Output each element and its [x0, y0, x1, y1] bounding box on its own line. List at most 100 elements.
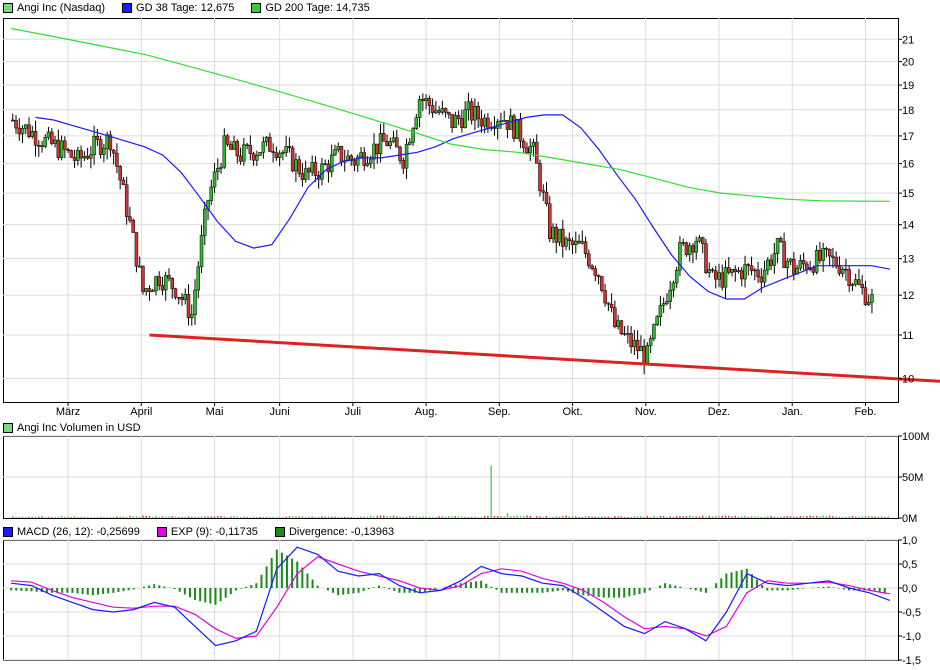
candle-body [427, 98, 432, 106]
candle-body [242, 144, 246, 162]
panel-frame-macd [3, 540, 899, 661]
price-legend: Angi Inc (Nasdaq) GD 38 Tage: 12,675 GD … [0, 0, 384, 16]
candle-body [128, 216, 132, 221]
candle-body [561, 228, 565, 247]
candle-body [303, 168, 308, 180]
candle-body [46, 131, 51, 138]
legend-label-gd200: GD 200 Tage: 14,735 [265, 2, 370, 14]
candle-body [554, 226, 559, 243]
candle-body [577, 240, 581, 244]
candle-body [831, 255, 835, 258]
candle-body [870, 294, 874, 303]
candle-body [632, 339, 637, 347]
macd-legend: MACD (26, 12): -0,25699 EXP (9): -0,1173… [0, 524, 408, 540]
macd-tick-label: -0,5 [902, 607, 921, 619]
candle-body [782, 241, 786, 268]
candle-body [17, 127, 22, 135]
macd-swatch [3, 527, 13, 537]
price-tick-label: 14 [902, 220, 914, 232]
candle-body [521, 140, 526, 149]
candle-body [681, 242, 685, 244]
candle-body [668, 289, 672, 302]
candle-body [613, 307, 617, 327]
candle-body [769, 259, 773, 266]
candle-body [323, 163, 327, 166]
candle-body [50, 131, 54, 144]
candle-body [336, 146, 340, 150]
candle-body [753, 269, 757, 272]
candle-body [98, 139, 103, 155]
candle-body [424, 98, 428, 101]
candle-body [551, 226, 555, 239]
candle-body [443, 108, 448, 113]
candle-body [271, 151, 275, 153]
candle-body [818, 250, 822, 261]
candle-body [261, 141, 266, 153]
candle-body [69, 150, 74, 158]
candle-body [785, 261, 790, 268]
candle-body [203, 208, 207, 236]
candle-body [196, 266, 201, 291]
candle-body [352, 160, 357, 166]
candle-body [479, 118, 484, 127]
candle-body [619, 320, 624, 334]
candle-body [583, 241, 588, 254]
candle-body [482, 117, 487, 127]
panel-frame-price [3, 18, 899, 403]
candle-body [212, 171, 217, 188]
candle-body [788, 258, 793, 262]
candle-body [723, 267, 728, 288]
candle-body [525, 147, 529, 154]
candle-body [720, 272, 725, 288]
candle-body [766, 259, 770, 271]
candle-body [453, 115, 458, 128]
candle-body [473, 105, 477, 121]
candle-body [154, 276, 158, 292]
candle-body [710, 269, 715, 271]
candle-body [827, 248, 832, 257]
candle-body [160, 285, 165, 291]
candle-body [232, 141, 236, 150]
candle-body [248, 145, 253, 154]
candle-body [43, 137, 48, 147]
macd-tick-label: -1,5 [902, 655, 921, 667]
candle-body [606, 302, 611, 305]
candle-body [27, 124, 31, 137]
candle-body [115, 152, 119, 167]
candle-body [372, 143, 376, 160]
candle-body [687, 245, 692, 256]
x-tick-label: März [56, 406, 80, 418]
candle-body [811, 267, 816, 273]
gd38-swatch [122, 3, 133, 13]
candle-body [414, 117, 419, 130]
candle-body [375, 143, 380, 155]
candle-body [661, 303, 666, 306]
candle-body [704, 243, 708, 274]
candle-body [740, 270, 744, 280]
candle-body [147, 288, 152, 292]
candle-body [505, 120, 510, 130]
candle-body [749, 265, 754, 271]
candle-body [860, 284, 864, 288]
legend-item-divergence: Divergence: -0,13963 [272, 526, 394, 538]
candle-body [95, 135, 100, 140]
candle-body [635, 339, 640, 352]
price-tick-label: 12 [902, 290, 914, 302]
divergence-swatch [274, 527, 285, 537]
candle-body [287, 146, 292, 149]
candle-body [655, 316, 659, 325]
legend-item-exp: EXP (9): -0,11735 [154, 526, 258, 538]
price-tick-label: 16 [902, 159, 914, 171]
candle-body [183, 294, 188, 300]
x-tick-label: April [130, 406, 152, 418]
candle-body [548, 203, 552, 239]
candle-body [798, 260, 803, 269]
candle-body [264, 136, 269, 143]
candle-body [30, 131, 35, 137]
candle-body [665, 301, 669, 304]
candle-body [814, 250, 819, 273]
candle-body [515, 119, 519, 139]
candle-body [622, 333, 627, 335]
price-tick-label: 20 [902, 57, 914, 69]
candle-body [538, 163, 542, 192]
